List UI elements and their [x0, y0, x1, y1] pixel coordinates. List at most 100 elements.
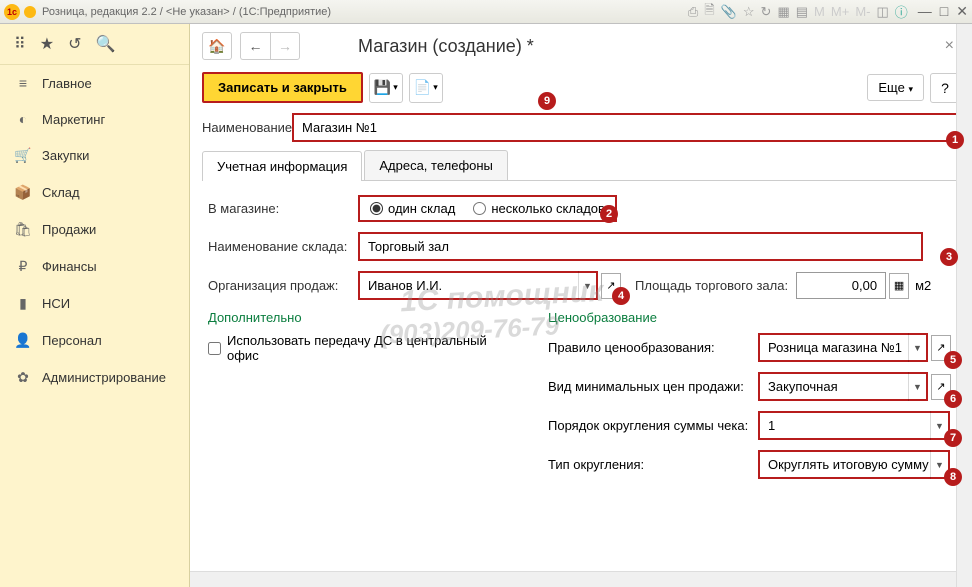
calendar-icon[interactable]: ▤ — [796, 4, 808, 20]
marker-5: 5 — [944, 351, 962, 369]
price-rule-dropdown[interactable]: ▼ — [908, 333, 926, 362]
org-input[interactable] — [358, 271, 598, 300]
save-button[interactable]: 💾 ▾ — [369, 73, 403, 103]
print-icon[interactable]: ⎙ — [688, 4, 698, 20]
m-icon[interactable]: M — [814, 4, 825, 19]
area-label: Площадь торгового зала: — [635, 278, 788, 293]
main-header: 🏠 ← → Магазин (создание) * × — [190, 24, 972, 68]
sidebar-item-finance[interactable]: ₽Финансы — [0, 248, 189, 285]
transfer-checkbox[interactable] — [208, 342, 221, 355]
min-price-input[interactable] — [758, 372, 928, 401]
forward-button[interactable]: → — [270, 32, 300, 60]
sidebar-item-label: Главное — [42, 76, 92, 91]
minimize-icon[interactable]: — — [918, 3, 932, 20]
app-logo-icon: 1c — [4, 4, 20, 20]
name-input[interactable] — [292, 113, 960, 142]
sidebar-item-personnel[interactable]: 👤 Персонал — [0, 322, 189, 359]
scrollbar-vertical[interactable] — [956, 24, 972, 587]
page-title: Магазин (создание) * — [358, 36, 534, 57]
radio-one-warehouse[interactable]: один склад — [370, 201, 455, 216]
marker-2: 2 — [600, 205, 618, 223]
marker-8: 8 — [944, 468, 962, 486]
round-type-input[interactable] — [758, 450, 950, 479]
sidebar-item-label: Закупки — [42, 148, 89, 163]
org-label: Организация продаж: — [208, 278, 358, 293]
round-order-input[interactable] — [758, 411, 950, 440]
home-button[interactable]: 🏠 — [202, 32, 232, 60]
round-order-label: Порядок округления суммы чека: — [548, 418, 758, 433]
export-button[interactable]: 📄 ▾ — [409, 73, 443, 103]
calc-icon[interactable]: ▦ — [777, 4, 789, 20]
sidebar-top-tools: ⠿ ★ ↺ 🔍 — [0, 24, 189, 65]
doc-icon[interactable]: 🗎 — [704, 1, 714, 23]
sidebar-item-main[interactable]: ≡Главное — [0, 65, 189, 101]
info-icon[interactable]: ⓘ — [895, 2, 908, 21]
min-price-label: Вид минимальных цен продажи: — [548, 379, 758, 394]
history-icon[interactable]: ↻ — [761, 4, 772, 20]
star-icon[interactable]: ☆ — [743, 4, 755, 20]
pie-icon: ◐ — [14, 111, 32, 127]
org-dropdown-button[interactable]: ▼ — [578, 271, 596, 300]
sidebar-item-sales[interactable]: 🛍 Продажи — [0, 211, 189, 248]
mplus-icon[interactable]: M+ — [831, 4, 849, 19]
window-controls: — □ ✕ — [918, 3, 968, 20]
save-close-button[interactable]: Записать и закрыть — [202, 72, 363, 103]
titlebar-tools: ⎙ 🗎 📎 ☆ ↻ ▦ ▤ M M+ M- ◫ ⓘ — [688, 1, 908, 23]
marker-6: 6 — [944, 390, 962, 408]
extra-section-title: Дополнительно — [208, 310, 508, 325]
back-button[interactable]: ← — [240, 32, 270, 60]
radio-one-input[interactable] — [370, 202, 383, 215]
price-rule-label: Правило ценообразования: — [548, 340, 758, 355]
area-input[interactable] — [796, 272, 886, 299]
sidebar-item-purchases[interactable]: 🛒Закупки — [0, 137, 189, 174]
area-calc-button[interactable]: ▦ — [889, 273, 909, 299]
mminus-icon[interactable]: M- — [855, 4, 870, 19]
name-label: Наименование: — [202, 120, 292, 135]
main-area: 🏠 ← → Магазин (создание) * × Записать и … — [190, 24, 972, 587]
marker-4: 4 — [612, 287, 630, 305]
scrollbar-horizontal[interactable] — [190, 571, 956, 587]
sidebar-item-admin[interactable]: ✿ Администрирование — [0, 359, 189, 396]
search-icon[interactable]: 🔍 — [95, 34, 115, 54]
window-title: Розница, редакция 2.2 / <Не указан> / (1… — [42, 6, 688, 18]
warehouse-name-input[interactable] — [358, 232, 923, 261]
box-icon: 📦 — [14, 184, 32, 201]
sidebar-item-label: Финансы — [42, 259, 97, 274]
clip-icon[interactable]: 📎 — [721, 4, 737, 20]
sidebar-item-nsi[interactable]: ▮НСИ — [0, 285, 189, 322]
radio-many-input[interactable] — [473, 202, 486, 215]
app-dot-icon — [24, 6, 36, 18]
favorite-icon[interactable]: ★ — [40, 34, 54, 54]
marker-1: 1 — [946, 131, 964, 149]
maximize-icon[interactable]: □ — [940, 3, 948, 20]
tab-addresses[interactable]: Адреса, телефоны — [364, 150, 508, 180]
sidebar-item-label: Продажи — [42, 222, 96, 237]
pricing-section-title: Ценообразование — [548, 310, 954, 325]
tabs: Учетная информация Адреса, телефоны — [202, 150, 960, 181]
person-icon: 👤 — [14, 332, 32, 349]
sidebar-item-marketing[interactable]: ◐Маркетинг — [0, 101, 189, 137]
tab-account[interactable]: Учетная информация — [202, 151, 362, 181]
sidebar-item-label: НСИ — [42, 296, 70, 311]
marker-7: 7 — [944, 429, 962, 447]
warehouse-name-label: Наименование склада: — [208, 239, 358, 254]
sidebar: ⠿ ★ ↺ 🔍 ≡Главное ◐Маркетинг 🛒Закупки 📦Ск… — [0, 24, 190, 587]
sidebar-item-label: Персонал — [42, 333, 102, 348]
sidebar-item-label: Администрирование — [42, 370, 166, 385]
radio-many-warehouses[interactable]: несколько складов — [473, 201, 605, 216]
panels-icon[interactable]: ◫ — [876, 4, 888, 20]
price-rule-input[interactable] — [758, 333, 928, 362]
sidebar-item-warehouse[interactable]: 📦Склад — [0, 174, 189, 211]
warehouse-radio-group: один склад несколько складов — [358, 195, 617, 222]
gear-icon: ✿ — [14, 369, 32, 386]
transfer-label: Использовать передачу ДС в центральный о… — [227, 333, 508, 363]
more-button[interactable]: Еще ▾ — [867, 74, 924, 101]
area-unit: м2 — [915, 278, 931, 293]
bag-icon: 🛍 — [14, 221, 32, 238]
history-nav-icon[interactable]: ↺ — [68, 34, 81, 54]
marker-9: 9 — [538, 92, 556, 110]
titlebar: 1c Розница, редакция 2.2 / <Не указан> /… — [0, 0, 972, 24]
apps-icon[interactable]: ⠿ — [14, 34, 26, 54]
min-price-dropdown[interactable]: ▼ — [908, 372, 926, 401]
close-icon[interactable]: ✕ — [956, 3, 968, 20]
